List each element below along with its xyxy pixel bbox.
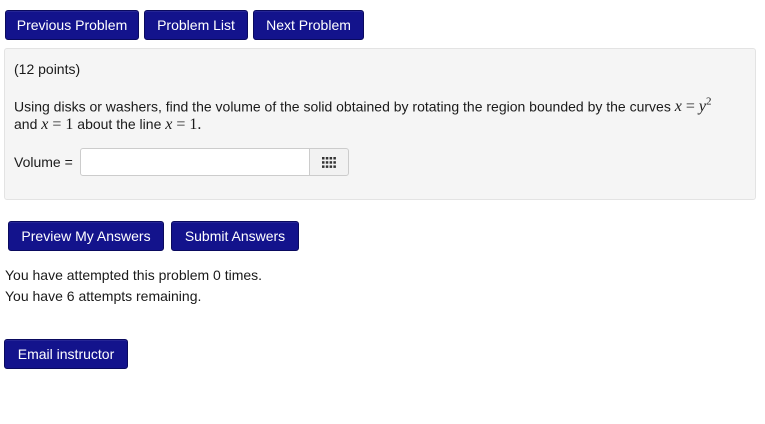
problem-list-button[interactable]: Problem List (144, 10, 248, 40)
preview-answers-button[interactable]: Preview My Answers (8, 221, 164, 251)
math-equation-1: x = y2 (674, 96, 712, 116)
math-equation-2: x = 1 (41, 116, 74, 133)
math-equation-3: x = 1. (165, 116, 202, 133)
problem-statement-and: and (14, 116, 38, 132)
volume-answer-input[interactable] (80, 148, 310, 176)
grid-icon (322, 156, 336, 168)
problem-statement-about: about the line (77, 116, 162, 132)
problem-points: (12 points) (14, 61, 81, 77)
volume-label: Volume = (14, 154, 73, 170)
attempts-made-text: You have attempted this problem 0 times. (5, 267, 263, 283)
submit-answers-button[interactable]: Submit Answers (171, 221, 299, 251)
email-instructor-button[interactable]: Email instructor (4, 339, 128, 369)
problem-statement-line2: and x = 1 about the line x = 1. (14, 116, 201, 134)
problem-statement-line1: Using disks or washers, find the volume … (14, 96, 711, 116)
problem-statement-text: Using disks or washers, find the volume … (14, 98, 671, 115)
attempts-remaining-text: You have 6 attempts remaining. (5, 288, 202, 304)
next-problem-button[interactable]: Next Problem (253, 10, 364, 40)
equation-editor-button[interactable] (309, 148, 349, 176)
previous-problem-button[interactable]: Previous Problem (5, 10, 139, 40)
